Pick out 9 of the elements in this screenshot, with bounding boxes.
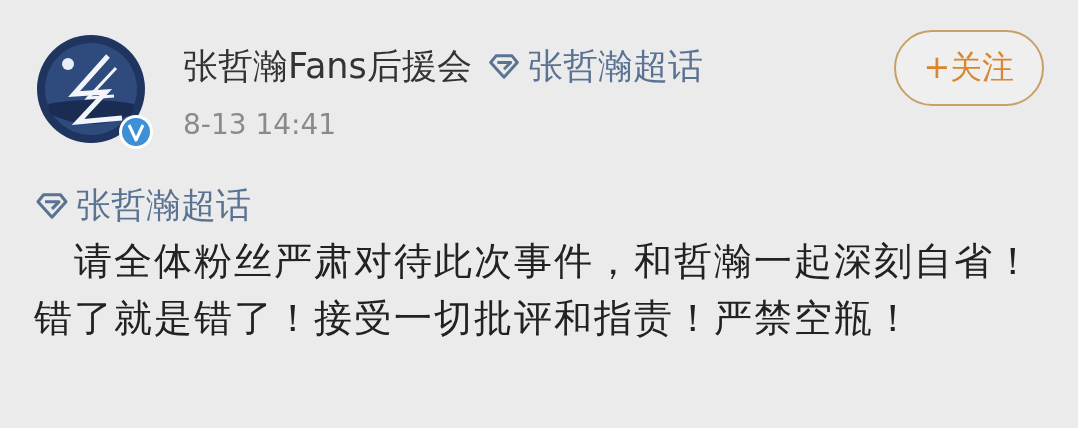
post-text: 请全体粉丝严肃对待此次事件，和哲瀚一起深刻自省！错了就是错了！接受一切批评和指责！严禁空瓶！: [34, 238, 1034, 342]
diamond-icon: [34, 191, 70, 220]
avatar-icon: [36, 34, 146, 144]
author-name[interactable]: 张哲瀚Fans后援会: [183, 42, 472, 90]
diamond-icon: [487, 52, 520, 80]
topic-link[interactable]: 张哲瀚超话: [34, 182, 251, 229]
follow-button[interactable]: +关注: [894, 30, 1044, 106]
post-time: 8-13 14:41: [183, 108, 338, 141]
topic-link[interactable]: 张哲瀚超话: [487, 42, 703, 90]
